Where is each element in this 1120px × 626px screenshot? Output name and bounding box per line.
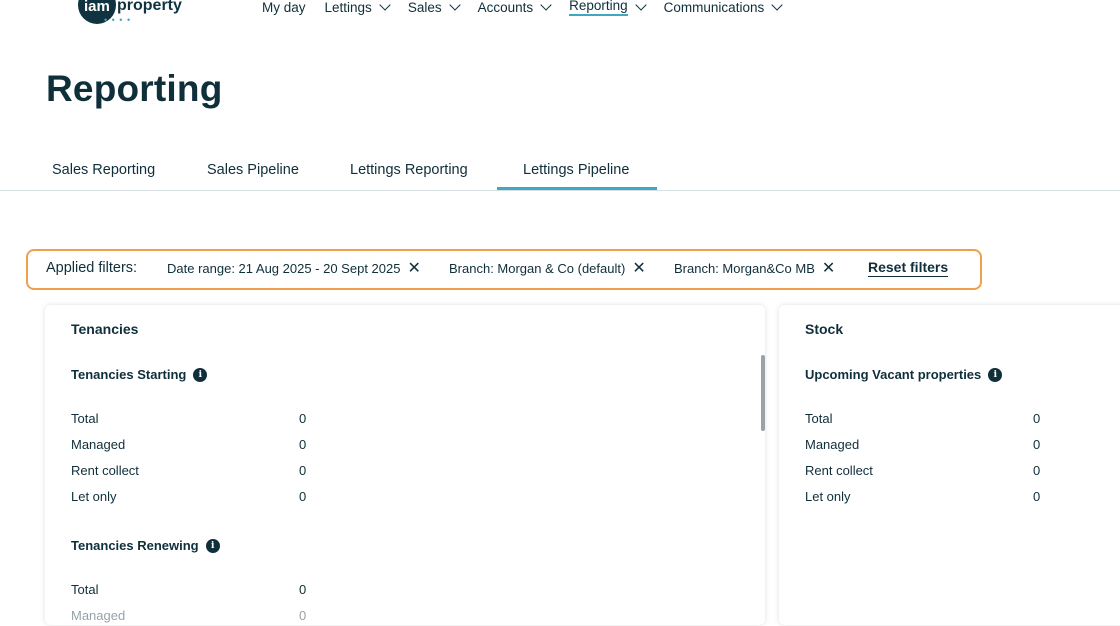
stat-value: 0 bbox=[1033, 411, 1041, 426]
filter-chip-text: Date range: 21 Aug 2025 - 20 Sept 2025 bbox=[167, 261, 401, 276]
filter-chip-branch-default: Branch: Morgan & Co (default) ✕ bbox=[449, 261, 646, 277]
nav-label: Accounts bbox=[477, 0, 534, 15]
report-tabs: Sales Reporting Sales Pipeline Lettings … bbox=[0, 150, 1120, 191]
tab-lettings-pipeline[interactable]: Lettings Pipeline bbox=[523, 162, 629, 178]
stat-value: 0 bbox=[299, 608, 307, 623]
stat-value: 0 bbox=[299, 582, 307, 597]
chevron-down-icon bbox=[635, 0, 647, 11]
stat-label: Rent collect bbox=[805, 463, 873, 478]
close-icon[interactable]: ✕ bbox=[822, 261, 835, 277]
tab-sales-reporting[interactable]: Sales Reporting bbox=[52, 162, 155, 178]
stat-value: 0 bbox=[1033, 489, 1041, 504]
nav-item-lettings[interactable]: Lettings bbox=[324, 0, 391, 16]
nav-label: Communications bbox=[663, 0, 765, 15]
stat-value: 0 bbox=[299, 463, 307, 478]
nav-item-my-day[interactable]: My day bbox=[262, 0, 306, 16]
card-title: Stock bbox=[805, 321, 844, 337]
section-title-text: Tenancies Renewing bbox=[71, 538, 199, 553]
tab-sales-pipeline[interactable]: Sales Pipeline bbox=[207, 162, 299, 178]
stock-card: Stock Upcoming Vacant properties i Total… bbox=[779, 305, 1120, 625]
stat-label: Let only bbox=[805, 489, 851, 504]
stat-label: Total bbox=[805, 411, 833, 426]
close-icon[interactable]: ✕ bbox=[407, 261, 420, 277]
nav-item-reporting[interactable]: Reporting bbox=[569, 0, 647, 16]
section-title-text: Tenancies Starting bbox=[71, 367, 187, 382]
info-icon[interactable]: i bbox=[193, 367, 208, 382]
stat-label: Managed bbox=[805, 437, 860, 452]
nav-item-accounts[interactable]: Accounts bbox=[477, 0, 552, 16]
logo-property-text: property bbox=[117, 0, 182, 14]
filter-chip-date-range: Date range: 21 Aug 2025 - 20 Sept 2025 ✕ bbox=[167, 261, 421, 277]
section-title-tenancies-starting: Tenancies Starting i bbox=[71, 367, 208, 382]
stat-label: Managed bbox=[71, 608, 126, 623]
stat-value: 0 bbox=[1033, 463, 1041, 478]
chevron-down-icon bbox=[540, 0, 552, 11]
stat-value: 0 bbox=[1033, 437, 1041, 452]
filter-chip-branch-mb: Branch: Morgan&Co MB ✕ bbox=[674, 261, 835, 277]
applied-filters-label: Applied filters: bbox=[46, 260, 138, 276]
page-title: Reporting bbox=[46, 68, 223, 109]
active-tab-indicator bbox=[497, 187, 657, 190]
section-title-text: Upcoming Vacant properties bbox=[805, 367, 982, 382]
filter-chip-text: Branch: Morgan & Co (default) bbox=[449, 261, 626, 276]
stat-label: Total bbox=[71, 411, 99, 426]
stat-value: 0 bbox=[299, 437, 307, 452]
applied-filters-bar: Applied filters: Date range: 21 Aug 2025… bbox=[26, 249, 982, 290]
nav-label: Reporting bbox=[569, 0, 628, 16]
section-title-upcoming-vacant: Upcoming Vacant properties i bbox=[805, 367, 1003, 382]
filter-chip-text: Branch: Morgan&Co MB bbox=[674, 261, 815, 276]
stat-value: 0 bbox=[299, 489, 307, 504]
stat-label: Total bbox=[71, 582, 99, 597]
nav-label: Sales bbox=[407, 0, 442, 15]
section-title-tenancies-renewing: Tenancies Renewing i bbox=[71, 538, 220, 553]
stat-value: 0 bbox=[299, 411, 307, 426]
stat-label: Rent collect bbox=[71, 463, 139, 478]
nav-label: My day bbox=[262, 0, 306, 15]
stat-label: Managed bbox=[71, 437, 126, 452]
chevron-down-icon bbox=[771, 0, 783, 11]
tenancies-card: Tenancies Tenancies Starting i Total 0 M… bbox=[45, 305, 765, 625]
card-title: Tenancies bbox=[71, 321, 139, 337]
tab-lettings-reporting[interactable]: Lettings Reporting bbox=[350, 162, 468, 178]
tenancies-scrollbar[interactable] bbox=[761, 355, 765, 431]
info-icon[interactable]: i bbox=[988, 367, 1003, 382]
logo-dots: • • • • bbox=[104, 15, 132, 25]
close-icon[interactable]: ✕ bbox=[632, 261, 645, 277]
top-nav: My day Lettings Sales Accounts Reporting… bbox=[262, 0, 783, 16]
chevron-down-icon bbox=[448, 0, 461, 11]
chevron-down-icon bbox=[379, 0, 391, 11]
nav-item-communications[interactable]: Communications bbox=[663, 0, 783, 16]
stat-label: Let only bbox=[71, 489, 117, 504]
reset-filters-link[interactable]: Reset filters bbox=[868, 259, 949, 277]
info-icon[interactable]: i bbox=[205, 538, 220, 553]
logo-iam-text: iam bbox=[84, 0, 110, 15]
nav-label: Lettings bbox=[324, 0, 372, 15]
nav-item-sales[interactable]: Sales bbox=[407, 0, 461, 16]
